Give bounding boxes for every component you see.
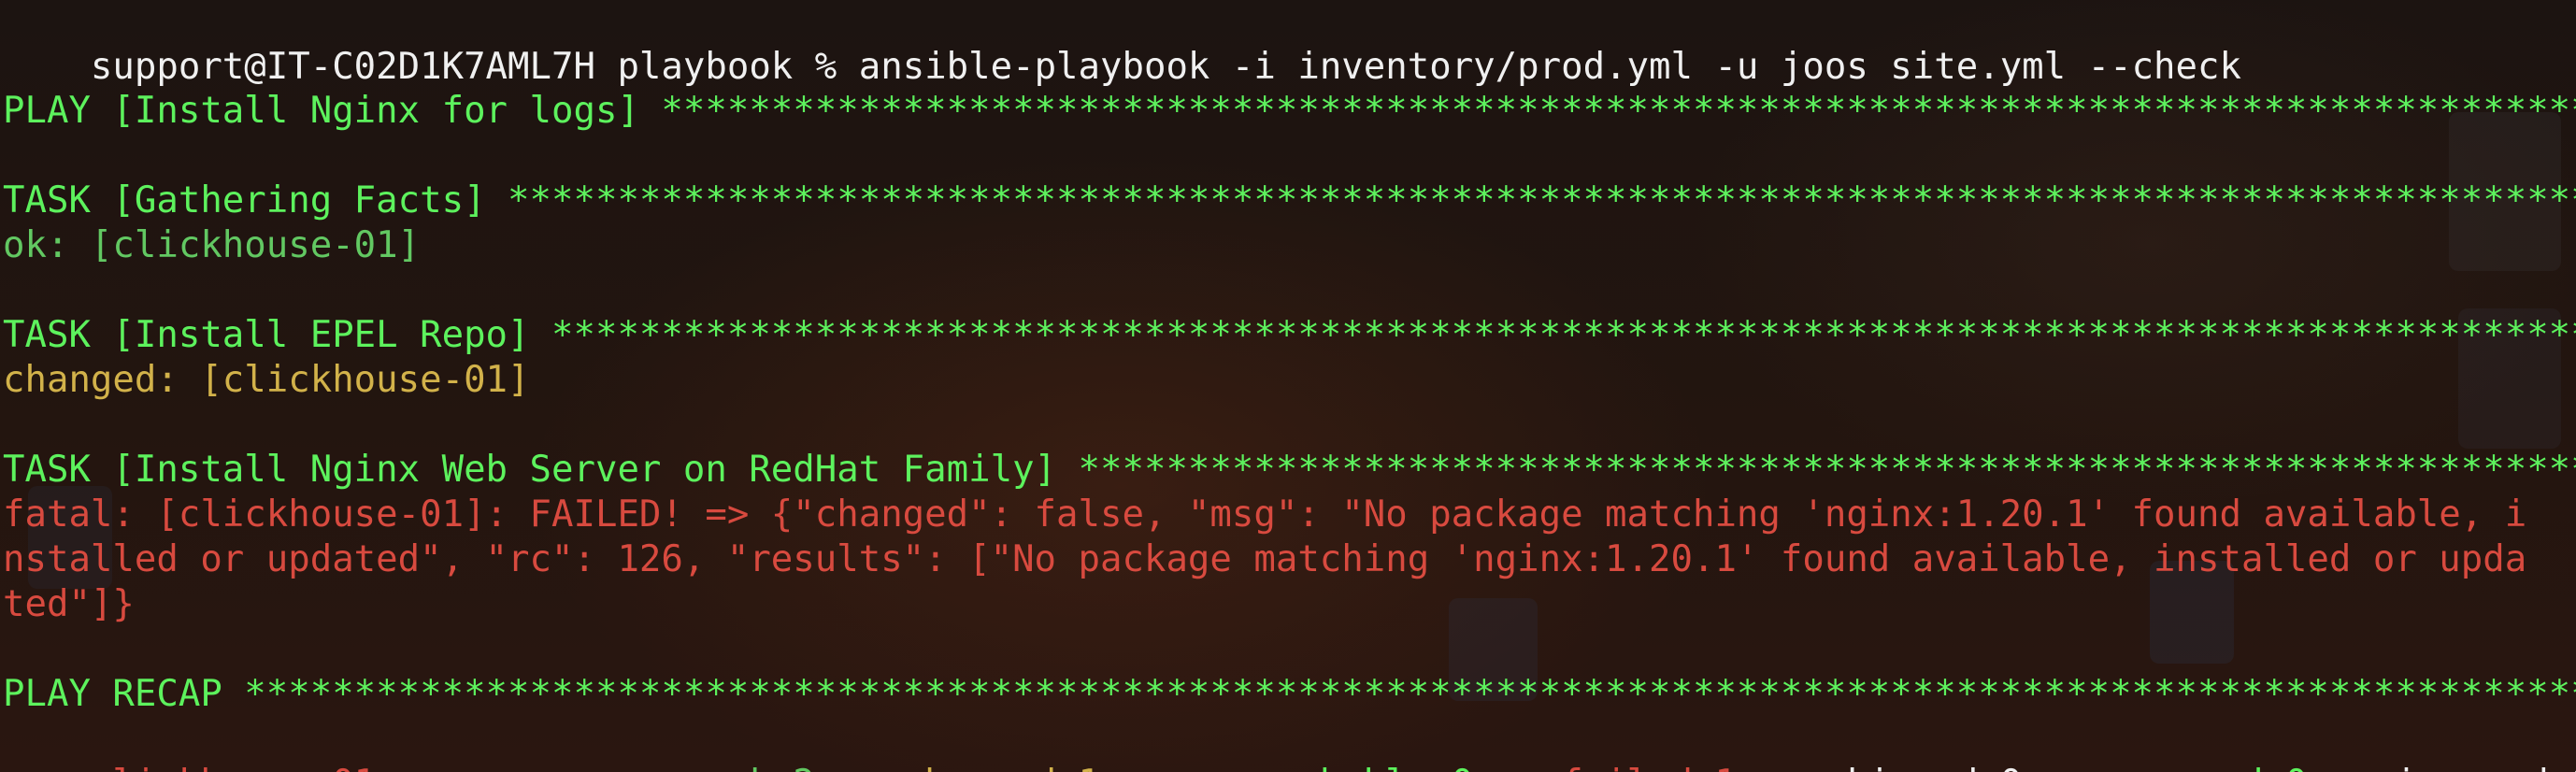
terminal-window[interactable]: support@IT-C02D1K7AML7H playbook % ansib… <box>0 0 2576 772</box>
recap-ignored: ignored=0 <box>2395 763 2576 772</box>
recap-changed: changed=1 <box>903 763 1100 772</box>
recap-separator: : <box>376 763 727 772</box>
recap-ok: ok=2 <box>727 763 815 772</box>
play-recap-header: PLAY RECAP *****************************… <box>3 673 2576 715</box>
recap-unreachable: unreachable=0 <box>1188 763 1473 772</box>
shell-prompt: support@IT-C02D1K7AML7H playbook % <box>90 45 859 88</box>
task-result-ok: ok: [clickhouse-01] <box>3 224 421 266</box>
command-text[interactable]: ansible-playbook -i inventory/prod.yml -… <box>859 46 2241 88</box>
play-header: PLAY [Install Nginx for logs] **********… <box>3 90 2576 132</box>
task-header-gathering-facts: TASK [Gathering Facts] *****************… <box>3 179 2576 222</box>
task-error-line: nstalled or updated", "rc": 126, "result… <box>3 538 2527 580</box>
task-result-changed: changed: [clickhouse-01] <box>3 359 530 401</box>
command-line[interactable]: support@IT-C02D1K7AML7H playbook % ansib… <box>3 0 2241 88</box>
recap-host: clickhouse-01 <box>91 763 376 772</box>
task-header-nginx-install: TASK [Install Nginx Web Server on RedHat… <box>3 449 2576 491</box>
recap-line: clickhouse-01 : ok=2 changed=1 unreachab… <box>3 717 2576 772</box>
task-error-line: ted"]} <box>3 583 135 625</box>
recap-failed: failed=1 <box>1561 763 1737 772</box>
task-header-epel-repo: TASK [Install EPEL Repo] ***************… <box>3 314 2576 356</box>
recap-rescued: rescued=0 <box>2110 763 2307 772</box>
recap-skipped: skipped=0 <box>1825 763 2022 772</box>
task-error-line: fatal: [clickhouse-01]: FAILED! => {"cha… <box>3 493 2527 536</box>
